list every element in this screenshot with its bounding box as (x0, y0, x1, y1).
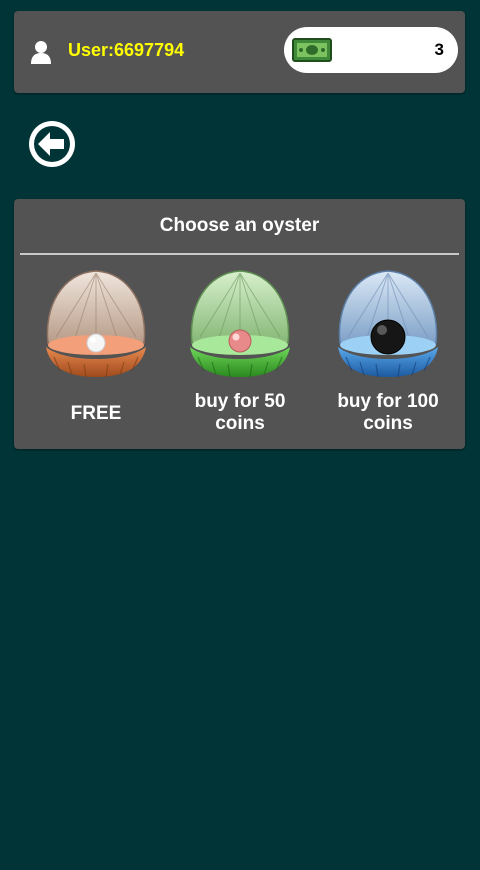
oyster-label-100: buy for 100 coins (337, 391, 439, 434)
user-icon (31, 41, 51, 64)
oyster-option-50[interactable]: buy for 50 coins (170, 265, 310, 445)
oyster-icon (46, 270, 146, 378)
arrow-left-icon (29, 121, 75, 167)
user-id-label: User:6697794 (68, 40, 185, 60)
oyster-icon (190, 270, 290, 378)
header-bar: User:6697794 3 (14, 11, 465, 93)
oyster-label-50: buy for 50 coins (194, 391, 286, 434)
oyster-option-free[interactable]: FREE (26, 265, 166, 445)
coin-balance: 3 (284, 27, 458, 73)
panel-title: Choose an oyster (159, 215, 320, 236)
oyster-icon (338, 270, 438, 378)
panel-divider (20, 253, 459, 255)
oyster-label-free: FREE (70, 403, 122, 424)
money-icon (292, 38, 332, 62)
back-button[interactable] (28, 120, 76, 168)
oyster-panel: Choose an oyster FREE buy for 50 coins b… (14, 199, 465, 449)
coin-count: 3 (434, 40, 444, 59)
oyster-option-100[interactable]: buy for 100 coins (318, 265, 458, 445)
